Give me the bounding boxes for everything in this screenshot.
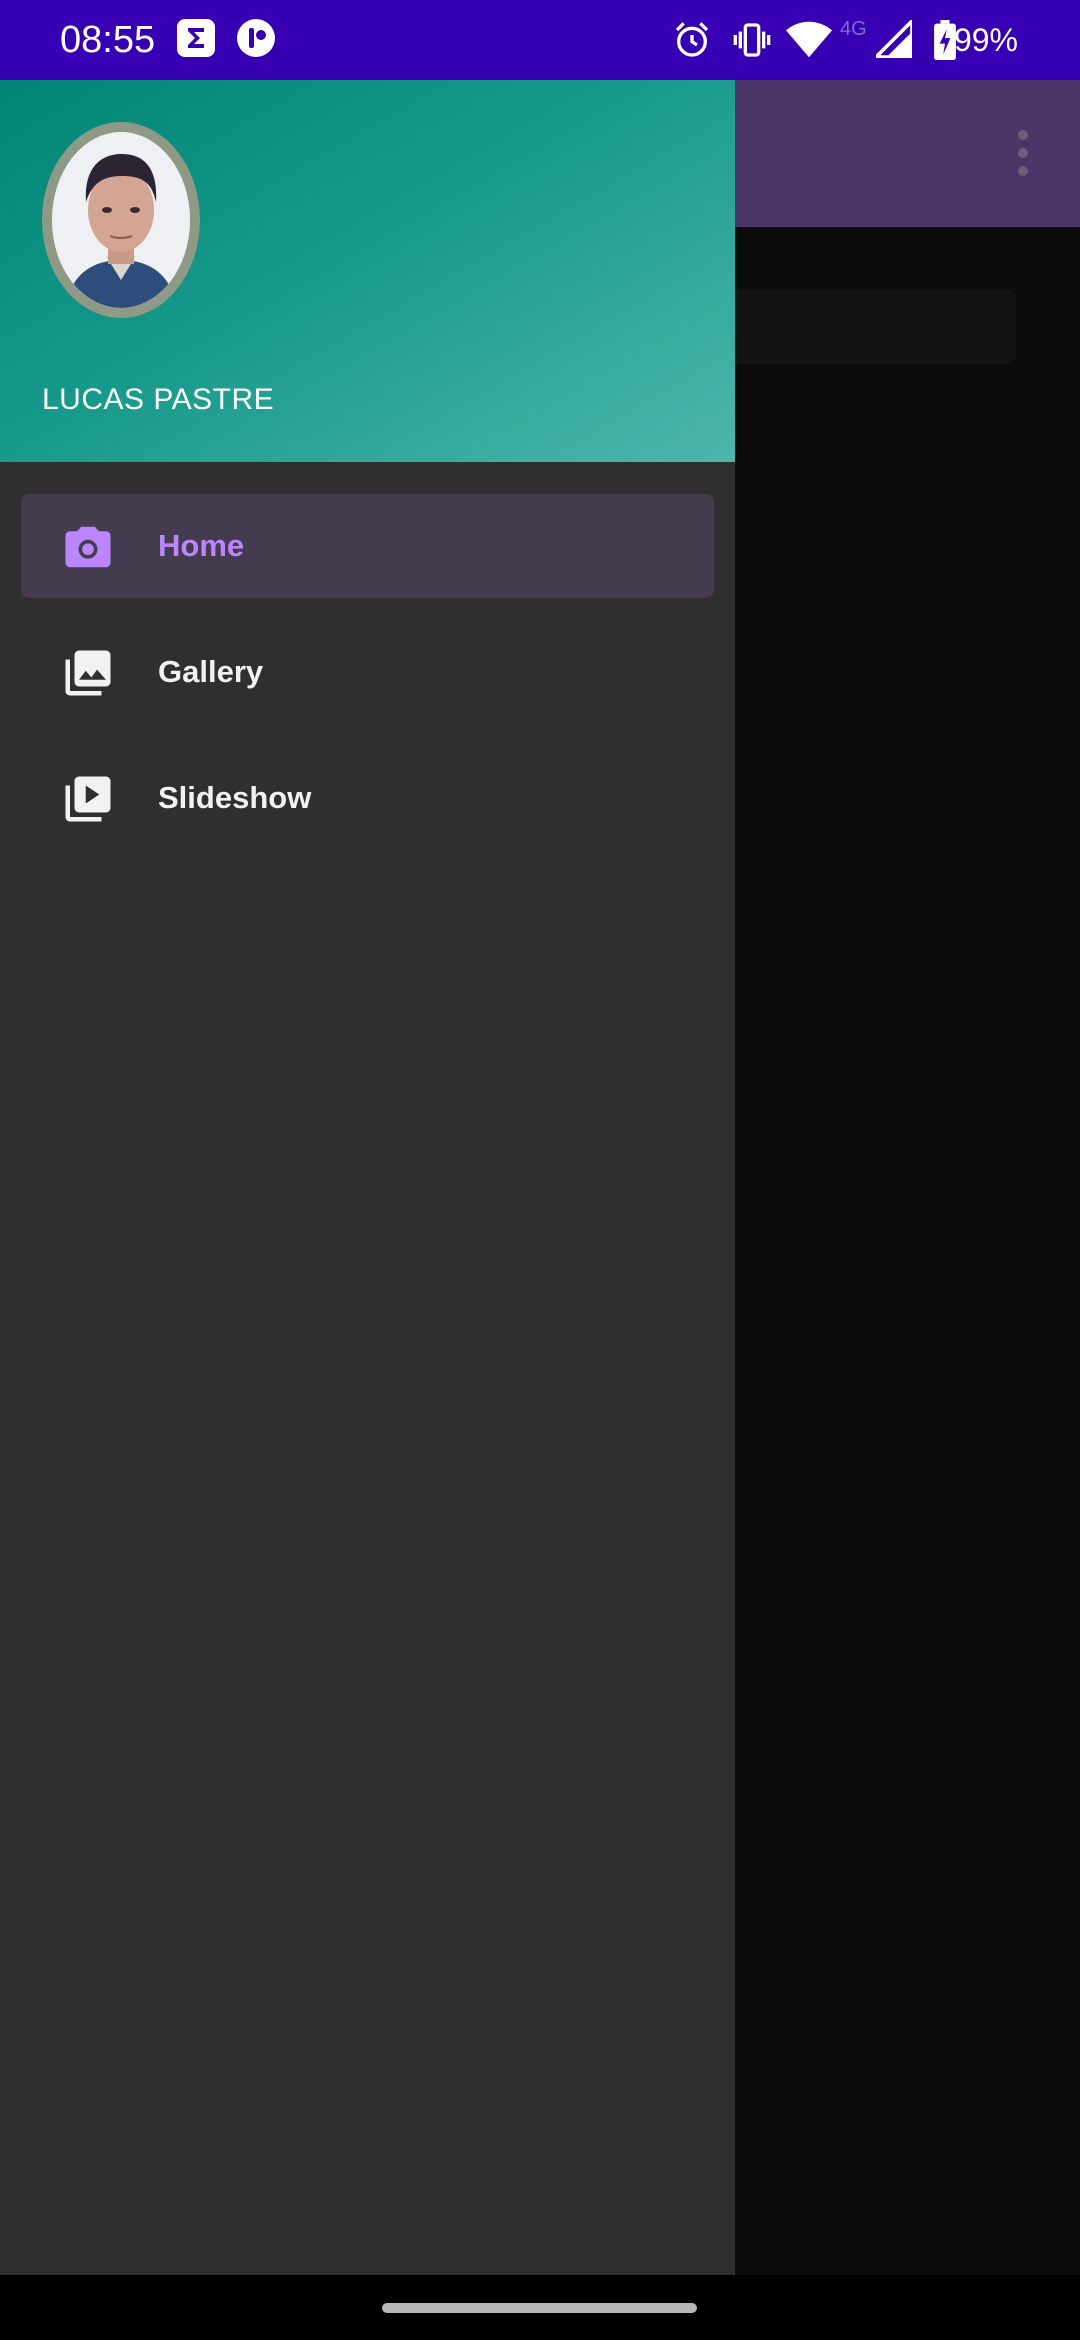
nav-item-gallery[interactable]: Gallery — [21, 620, 714, 724]
navigation-drawer: LUCAS PASTRE Home Gallery Slideshow — [0, 80, 735, 2275]
profile-photo — [52, 132, 190, 308]
battery-percentage: 99% — [953, 22, 1018, 58]
alarm-icon — [675, 22, 709, 57]
signal-icon — [876, 20, 912, 58]
wifi-icon — [786, 21, 832, 58]
status-time: 08:55 — [60, 19, 156, 61]
sigma-app-icon — [177, 19, 215, 57]
photo-library-icon — [65, 650, 111, 696]
home-gesture-handle[interactable] — [382, 2303, 697, 2313]
status-bar: 08:55 4G 99% — [0, 0, 1080, 80]
vibrate-icon — [733, 23, 771, 57]
gesture-navigation-bar — [0, 2275, 1080, 2340]
nav-item-label: Gallery — [158, 654, 264, 689]
nav-item-label: Home — [158, 528, 245, 563]
content-card — [720, 290, 1016, 364]
circle-app-icon — [237, 19, 275, 57]
nav-item-slideshow[interactable]: Slideshow — [21, 746, 714, 850]
more-vert-icon[interactable] — [1008, 130, 1038, 180]
screen: 08:55 4G 99% LUCAS PASTRE Home Gallery S… — [0, 0, 1080, 2340]
nav-item-label: Slideshow — [158, 780, 312, 815]
network-type: 4G — [840, 18, 867, 40]
battery-charging-icon — [934, 20, 956, 60]
nav-item-home[interactable]: Home — [21, 494, 714, 598]
slideshow-icon — [65, 776, 111, 822]
user-name: LUCAS PASTRE — [42, 383, 275, 416]
avatar[interactable] — [42, 122, 200, 318]
camera-icon — [65, 526, 111, 568]
drawer-header: LUCAS PASTRE — [0, 80, 735, 462]
